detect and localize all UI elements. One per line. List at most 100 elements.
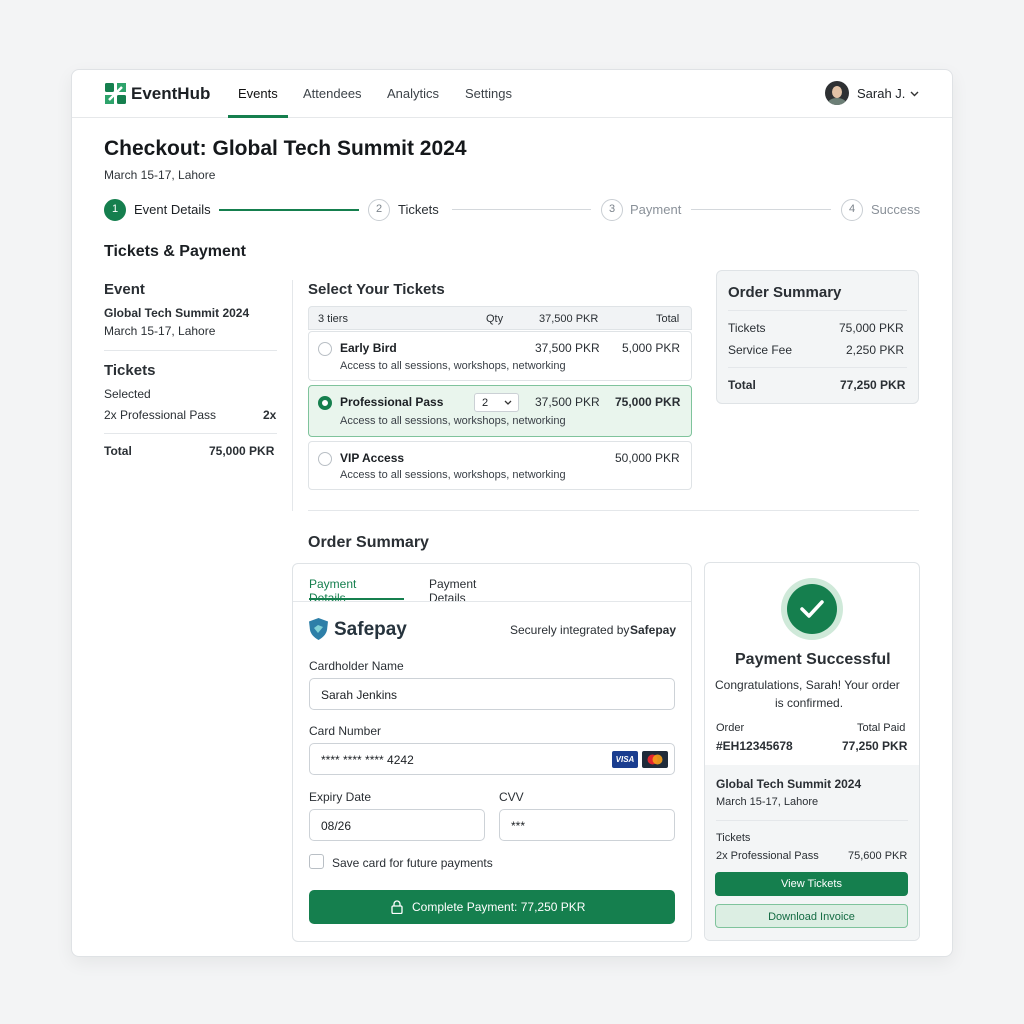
expiry-value: 08/26 [321, 819, 352, 833]
success-tickets-label: Tickets [716, 832, 751, 844]
tickets-table-header: 3 tiers Qty 37,500 PKR Total [308, 306, 692, 330]
ticket-price: 37,500 PKR [535, 395, 600, 409]
ticket-total: 50,000 PKR [615, 451, 680, 465]
safepay-logo-text: Safepay [334, 619, 407, 640]
secure-brand: Safepay [630, 623, 677, 637]
step-4-circle[interactable]: 4 [841, 199, 863, 221]
order-summary-heading: Order Summary [308, 534, 429, 551]
professional-pass-radio[interactable] [318, 396, 332, 410]
download-invoice-button[interactable]: Download Invoice [715, 904, 908, 928]
card-number-value: **** **** **** 4242 [321, 753, 414, 767]
section-divider [308, 510, 919, 511]
ticket-name: Professional Pass [340, 395, 444, 409]
ticket-total: 75,000 PKR [615, 395, 681, 409]
chevron-down-icon[interactable] [909, 88, 920, 99]
visa-icon: VISA [612, 751, 638, 768]
cardholder-name-input[interactable]: Sarah Jenkins [309, 678, 675, 710]
ticket-desc: Access to all sessions, workshops, netwo… [340, 469, 566, 481]
quantity-value: 2 [482, 397, 489, 409]
nav-settings[interactable]: Settings [465, 86, 512, 101]
complete-payment-button[interactable]: Complete Payment: 77,250 PKR [309, 890, 675, 924]
ticket-row-early-bird[interactable]: Early Bird Access to all sessions, works… [308, 331, 692, 381]
cvv-label: CVV [499, 790, 524, 804]
summary-tickets-value: 75,000 PKR [839, 321, 904, 335]
step-connector-3 [691, 209, 831, 210]
summary-fee-value: 2,250 PKR [846, 343, 905, 357]
ticket-row-vip-access[interactable]: VIP Access Access to all sessions, works… [308, 441, 692, 490]
event-name: Global Tech Summit 2024 [104, 306, 250, 320]
expiry-date-input[interactable]: 08/26 [309, 809, 485, 841]
order-summary-title: Order Summary [728, 284, 842, 301]
quantity-select[interactable]: 2 [474, 393, 519, 412]
column-divider [292, 280, 293, 511]
divider [728, 310, 907, 311]
tiers-count: 3 tiers [318, 313, 348, 325]
success-event-name: Global Tech Summit 2024 [716, 777, 862, 791]
brand-name[interactable]: EventHub [131, 84, 210, 104]
divider [716, 820, 908, 821]
divider [104, 433, 277, 434]
cvv-input[interactable]: *** [499, 809, 675, 841]
save-card-checkbox[interactable] [309, 854, 324, 869]
secure-prefix: Securely integrated by [510, 623, 630, 637]
left-total-label: Total [104, 444, 132, 458]
step-3-label[interactable]: Payment [630, 202, 681, 217]
page-subtitle: March 15-17, Lahore [104, 168, 216, 182]
avatar[interactable] [825, 81, 849, 105]
qty-header: Qty [486, 313, 504, 325]
divider [104, 350, 277, 351]
step-1-label[interactable]: Event Details [134, 202, 211, 217]
cvv-value: *** [511, 819, 526, 833]
step-connector-2 [452, 209, 591, 210]
mastercard-icon [642, 751, 668, 768]
tabs-divider [293, 601, 691, 602]
ticket-name: VIP Access [340, 451, 405, 465]
tab-active-indicator [309, 598, 404, 600]
view-tickets-button[interactable]: View Tickets [715, 872, 908, 896]
early-bird-radio[interactable] [318, 342, 332, 356]
expiry-label: Expiry Date [309, 790, 372, 804]
step-3-circle[interactable]: 3 [601, 199, 623, 221]
success-event-date: March 15-17, Lahore [716, 796, 819, 808]
view-tickets-label: View Tickets [781, 878, 842, 890]
step-1-circle[interactable]: 1 [104, 199, 126, 221]
step-4-label[interactable]: Success [871, 202, 920, 217]
event-date: March 15-17, Lahore [104, 324, 216, 338]
success-title: Payment Successful [735, 651, 891, 668]
summary-tickets-label: Tickets [728, 321, 766, 335]
cardholder-label: Cardholder Name [309, 659, 404, 673]
nav-active-indicator [228, 115, 288, 118]
step-connector-1 [219, 209, 359, 211]
selected-label: Selected [104, 387, 151, 401]
lock-icon [391, 900, 403, 914]
success-tickets-item: 2x Professional Pass [716, 850, 819, 862]
event-heading: Event [104, 281, 145, 298]
total-header: Total [656, 313, 680, 325]
summary-total-label: Total [728, 378, 756, 392]
selected-item: 2x Professional Pass [104, 408, 217, 422]
success-message-2: is confirmed. [775, 696, 844, 710]
step-2-label[interactable]: Tickets [398, 202, 439, 217]
ticket-desc: Access to all sessions, workshops, netwo… [340, 415, 566, 427]
chevron-down-icon [504, 400, 512, 405]
vip-access-radio[interactable] [318, 452, 332, 466]
nav-events[interactable]: Events [238, 86, 278, 101]
ticket-row-professional-pass[interactable]: Professional Pass 2 Access to all sessio… [308, 385, 692, 437]
summary-total-value: 77,250 PKR [840, 378, 906, 392]
selected-qty: 2x [263, 408, 277, 422]
total-paid-value: 77,250 PKR [842, 739, 908, 753]
user-name[interactable]: Sarah J. [857, 86, 905, 101]
card-number-label: Card Number [309, 724, 382, 738]
save-card-label: Save card for future payments [332, 856, 493, 870]
page-title: Checkout: Global Tech Summit 2024 [104, 137, 467, 160]
summary-fee-label: Service Fee [728, 343, 793, 357]
nav-analytics[interactable]: Analytics [387, 86, 439, 101]
top-nav-bar: EventHub Events Attendees Analytics Sett… [72, 70, 952, 118]
step-2-circle[interactable]: 2 [368, 199, 390, 221]
complete-payment-label: Complete Payment: 77,250 PKR [412, 900, 586, 914]
nav-attendees[interactable]: Attendees [303, 86, 362, 101]
ticket-name: Early Bird [340, 341, 397, 355]
cardholder-value: Sarah Jenkins [321, 688, 398, 702]
left-total-value: 75,000 PKR [209, 444, 275, 458]
section-title: Tickets & Payment [104, 243, 246, 260]
